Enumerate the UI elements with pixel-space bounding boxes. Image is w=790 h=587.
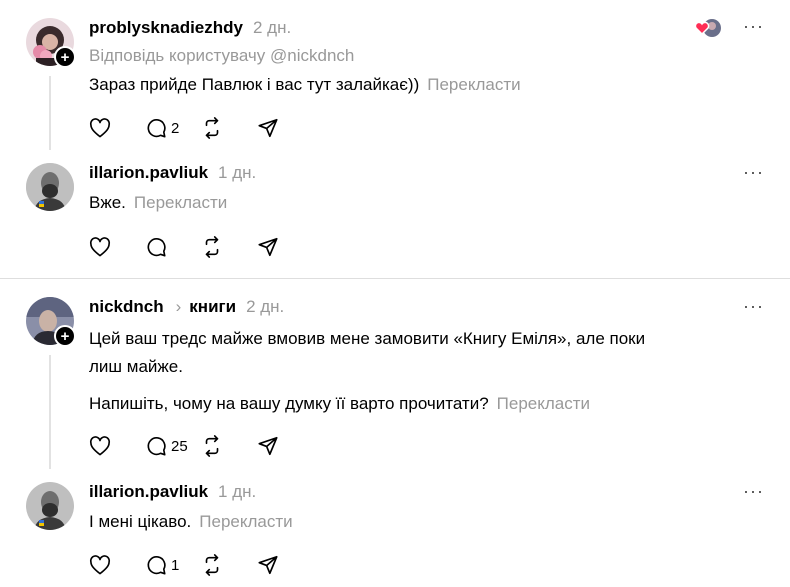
reply-button[interactable] [145,236,201,258]
heart-icon [89,555,111,575]
translate-link[interactable]: Перекласти [497,394,590,413]
share-button[interactable] [257,117,313,139]
reply-button[interactable]: 2 [145,117,201,139]
share-icon [258,436,278,456]
chevron-right-icon: › [175,297,182,316]
username[interactable]: illarion.pavliuk [89,163,208,183]
liked-by-avatars[interactable] [694,18,722,38]
share-icon [258,118,278,138]
like-button[interactable] [89,237,145,257]
thread-line [49,76,51,150]
post-4: illarion.pavliuk 1 дн. І мені цікаво. Пер… [0,479,790,587]
like-button[interactable] [89,436,145,456]
topic-tag[interactable]: книги [189,297,236,317]
post-time[interactable]: 2 дн. [246,297,284,317]
reply-button[interactable]: 25 [145,435,201,457]
more-icon[interactable]: ··· [743,296,764,317]
follow-plus-icon[interactable]: + [54,325,76,347]
post-text: Вже. [89,193,126,212]
heart-icon [89,237,111,257]
post-text-line-1: Цей ваш тредс майже вмовив мене замовити… [89,329,646,348]
post-time[interactable]: 2 дн. [253,18,291,38]
reply-to-text[interactable]: Відповідь користувачу @nickdnch [89,46,354,66]
heart-icon [89,118,111,138]
share-button[interactable] [257,236,313,258]
avatar[interactable] [26,163,74,211]
repost-button[interactable] [201,117,257,139]
translate-link[interactable]: Перекласти [427,75,520,94]
repost-button[interactable] [201,554,257,576]
comment-icon [147,238,166,257]
repost-icon [205,117,219,139]
comment-icon [147,119,166,138]
repost-icon [205,435,219,457]
share-icon [258,555,278,575]
post-time[interactable]: 1 дн. [218,163,256,183]
post-time[interactable]: 1 дн. [218,482,256,502]
username[interactable]: nickdnch [89,297,164,317]
like-button[interactable] [89,555,145,575]
translate-link[interactable]: Перекласти [199,512,292,531]
share-icon [258,237,278,257]
reply-count: 25 [171,437,188,455]
username[interactable]: problysknadiezhdy [89,18,243,38]
repost-icon [205,236,219,258]
post-3: + nickdnch › книги 2 дн. Цей ваш тредс м… [0,279,790,479]
comment-icon [147,437,166,456]
heart-icon [89,436,111,456]
repost-button[interactable] [201,435,257,457]
translate-link[interactable]: Перекласти [134,193,227,212]
username[interactable]: illarion.pavliuk [89,482,208,502]
post-text: І мені цікаво. [89,512,192,531]
like-button[interactable] [89,118,145,138]
share-button[interactable] [257,554,313,576]
thread-line [49,355,51,469]
comment-icon [147,556,166,575]
reply-button[interactable]: 1 [145,554,201,576]
post-text-paragraph: Напишіть, чому на вашу думку її варто пр… [89,394,489,413]
more-icon[interactable]: ··· [743,162,764,183]
post-2: illarion.pavliuk 1 дн. Вже. Перекласти ··… [0,160,790,278]
follow-plus-icon[interactable]: + [54,46,76,68]
reply-count: 2 [171,119,180,137]
post-1: + problysknadiezhdy 2 дн. Відповідь кори… [0,0,790,160]
reply-count: 1 [171,556,180,574]
post-text-line-2: лиш майже. [89,357,183,376]
post-text: Зараз прийде Павлюк і вас тут залайкає)) [89,75,420,94]
more-icon[interactable]: ··· [743,16,764,37]
repost-icon [205,554,219,576]
more-icon[interactable]: ··· [743,481,764,502]
avatar[interactable] [26,482,74,530]
share-button[interactable] [257,435,313,457]
repost-button[interactable] [201,236,257,258]
